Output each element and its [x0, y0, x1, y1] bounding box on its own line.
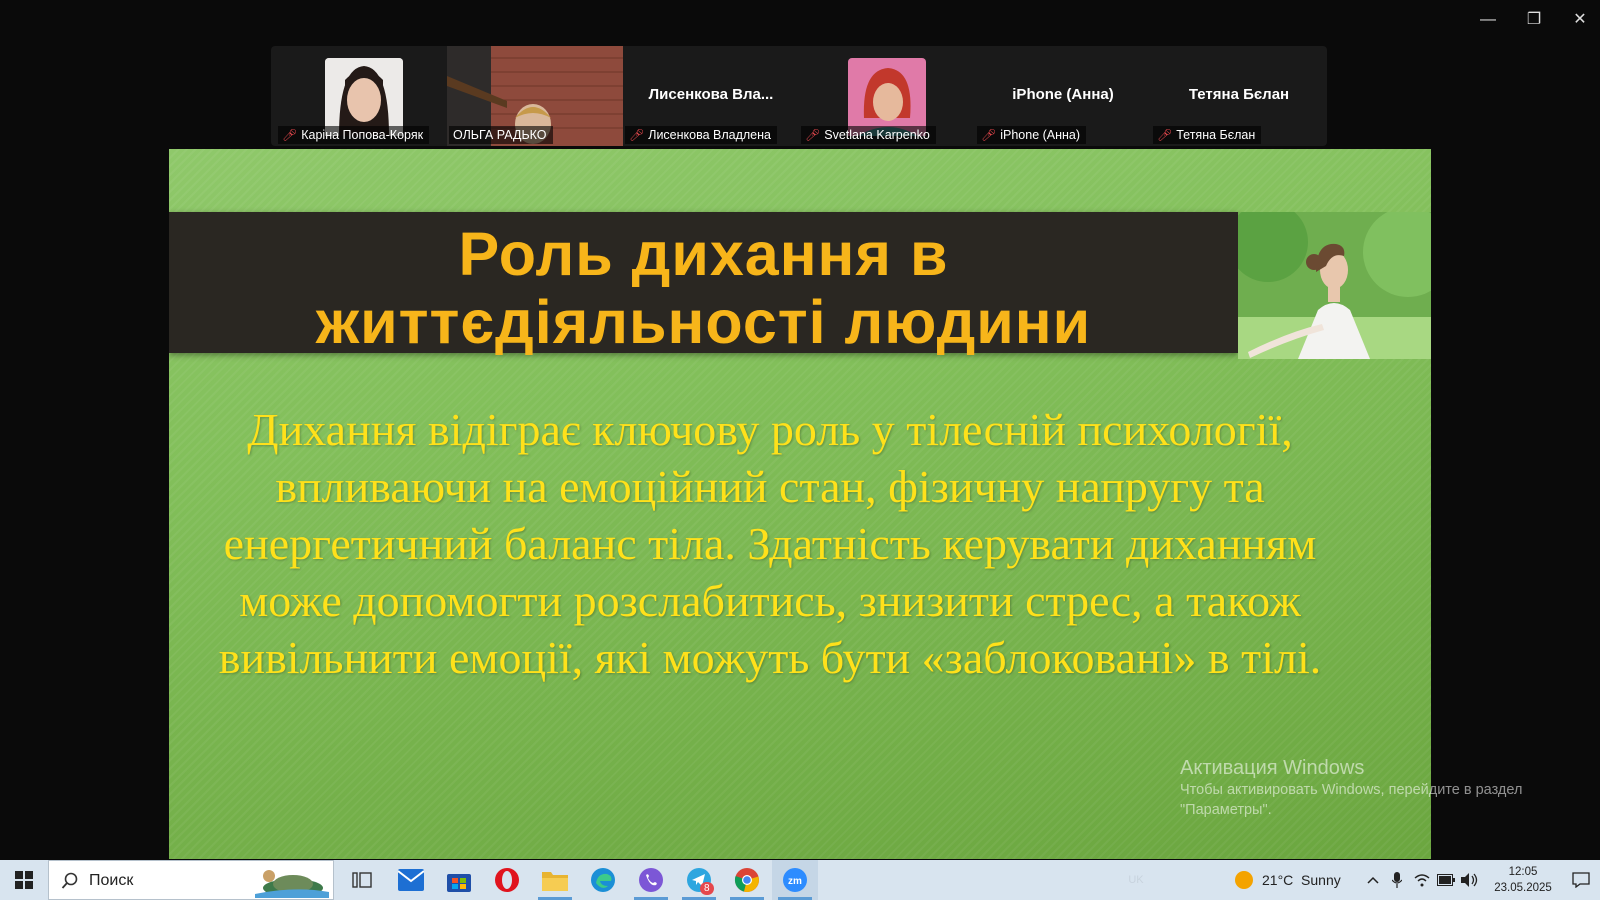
microphone-icon — [1392, 872, 1402, 888]
notification-center-button[interactable] — [1562, 860, 1600, 900]
zoom-icon: zm — [783, 868, 807, 892]
participant-display-name: Тетяна Бєлан — [1188, 86, 1290, 103]
participant-name-label: 🎤︎ Тетяна Бєлан — [1153, 126, 1262, 144]
watermark-title: Активация Windows — [1180, 757, 1365, 779]
participant-display-name: Лисенкова Вла... — [648, 86, 774, 103]
sun-icon — [1235, 871, 1253, 889]
participant-strip: 🎤︎ Каріна Попова-Коряк ОЛЬГА РАДЬКО Лисен… — [271, 46, 1327, 146]
opera-app[interactable] — [484, 860, 530, 900]
speaker-icon — [1461, 873, 1478, 887]
participant-tile[interactable]: iPhone (Анна) 🎤︎ iPhone (Анна) — [975, 46, 1151, 146]
input-language-indicator[interactable]: UK — [1118, 860, 1154, 900]
participant-name-label: 🎤︎ Svetlana Karpenko — [801, 126, 936, 144]
participant-name-label: 🎤︎ Каріна Попова-Коряк — [278, 126, 430, 144]
weather-text: 21°C Sunny — [1262, 872, 1341, 888]
task-view-button[interactable] — [340, 860, 384, 900]
telegram-unread-badge: 8 — [700, 882, 714, 895]
battery-icon — [1437, 874, 1455, 886]
mic-muted-icon: 🎤︎ — [805, 128, 821, 142]
mail-app[interactable] — [388, 860, 434, 900]
avatar — [848, 58, 926, 136]
clock[interactable]: 12:05 23.05.2025 — [1488, 860, 1558, 900]
folder-icon — [542, 872, 568, 891]
search-placeholder: Поиск — [89, 872, 134, 889]
battery-tray-icon[interactable] — [1434, 860, 1458, 900]
file-explorer-app[interactable] — [532, 860, 578, 900]
store-icon — [447, 874, 471, 892]
notification-icon — [1572, 872, 1590, 888]
start-button[interactable] — [0, 860, 48, 900]
participant-name-label: 🎤︎ Лисенкова Владлена — [625, 126, 777, 144]
slide-title: Роль дихання в життєдіяльності людини — [169, 220, 1238, 356]
clock-time: 12:05 — [1508, 866, 1538, 878]
volume-tray-icon[interactable] — [1458, 860, 1482, 900]
show-hidden-icons-button[interactable] — [1362, 860, 1384, 900]
participant-tile[interactable]: Лисенкова Вла... 🎤︎ Лисенкова Владлена — [623, 46, 799, 146]
windows-activation-watermark: Активация Windows Чтобы активировать Win… — [1180, 757, 1580, 820]
slide-photo-woman-breathing — [1238, 212, 1431, 359]
search-highlight-illustration-icon — [255, 870, 329, 898]
task-view-icon — [352, 872, 372, 888]
clock-date: 23.05.2025 — [1494, 882, 1552, 894]
microphone-tray-icon[interactable] — [1386, 860, 1408, 900]
mic-muted-icon: 🎤︎ — [981, 128, 997, 142]
mic-muted-icon: 🎤︎ — [282, 128, 298, 142]
mail-icon — [398, 869, 424, 891]
zoom-app[interactable]: zm — [772, 860, 818, 900]
taskbar-search-box[interactable]: Поиск — [48, 860, 334, 900]
close-button[interactable]: ✕ — [1560, 8, 1600, 32]
windows-logo-icon — [15, 871, 33, 889]
participant-tile[interactable]: 🎤︎ Каріна Попова-Коряк — [276, 46, 452, 146]
telegram-app[interactable]: 8 — [676, 860, 722, 900]
participant-name-label: 🎤︎ iPhone (Анна) — [977, 126, 1087, 144]
chrome-app[interactable] — [724, 860, 770, 900]
svg-text:zm: zm — [788, 876, 802, 887]
wifi-icon — [1414, 874, 1430, 887]
participant-tile-active-speaker[interactable]: ОЛЬГА РАДЬКО — [447, 46, 623, 146]
slide-title-bar: Роль дихання в життєдіяльності людини — [169, 212, 1238, 356]
participant-tile[interactable]: 🎤︎ Svetlana Karpenko — [799, 46, 975, 146]
restore-button[interactable]: ❐ — [1514, 8, 1554, 32]
slide-body-text: Дихання відіграє ключову роль у тілесній… — [218, 404, 1322, 683]
slide-title-line-2: життєдіяльності людини — [315, 288, 1092, 356]
edge-icon — [591, 868, 615, 892]
shared-slide: Роль дихання в життєдіяльності людини Ди… — [169, 149, 1431, 859]
chevron-up-icon — [1367, 876, 1379, 884]
watermark-subtitle: Чтобы активировать Windows, перейдите в … — [1180, 782, 1523, 818]
minimize-button[interactable]: — — [1468, 8, 1508, 32]
network-tray-icon[interactable] — [1410, 860, 1434, 900]
store-app[interactable] — [436, 860, 482, 900]
mic-muted-icon: 🎤︎ — [1157, 128, 1173, 142]
edge-app[interactable] — [580, 860, 626, 900]
participant-tile[interactable]: Тетяна Бєлан 🎤︎ Тетяна Бєлан — [1151, 46, 1327, 146]
taskbar: Поиск 8 zm UK 21°C Sunny 12:05 23.05.202… — [0, 860, 1600, 900]
search-icon — [61, 872, 78, 889]
opera-icon — [495, 868, 519, 892]
participant-display-name: iPhone (Анна) — [1012, 86, 1114, 103]
mic-muted-icon: 🎤︎ — [629, 128, 645, 142]
participant-name-label: ОЛЬГА РАДЬКО — [449, 126, 553, 144]
avatar — [325, 58, 403, 136]
slide-title-line-1: Роль дихання в — [458, 220, 949, 288]
viber-icon — [639, 868, 663, 892]
chrome-icon — [734, 868, 759, 892]
viber-app[interactable] — [628, 860, 674, 900]
